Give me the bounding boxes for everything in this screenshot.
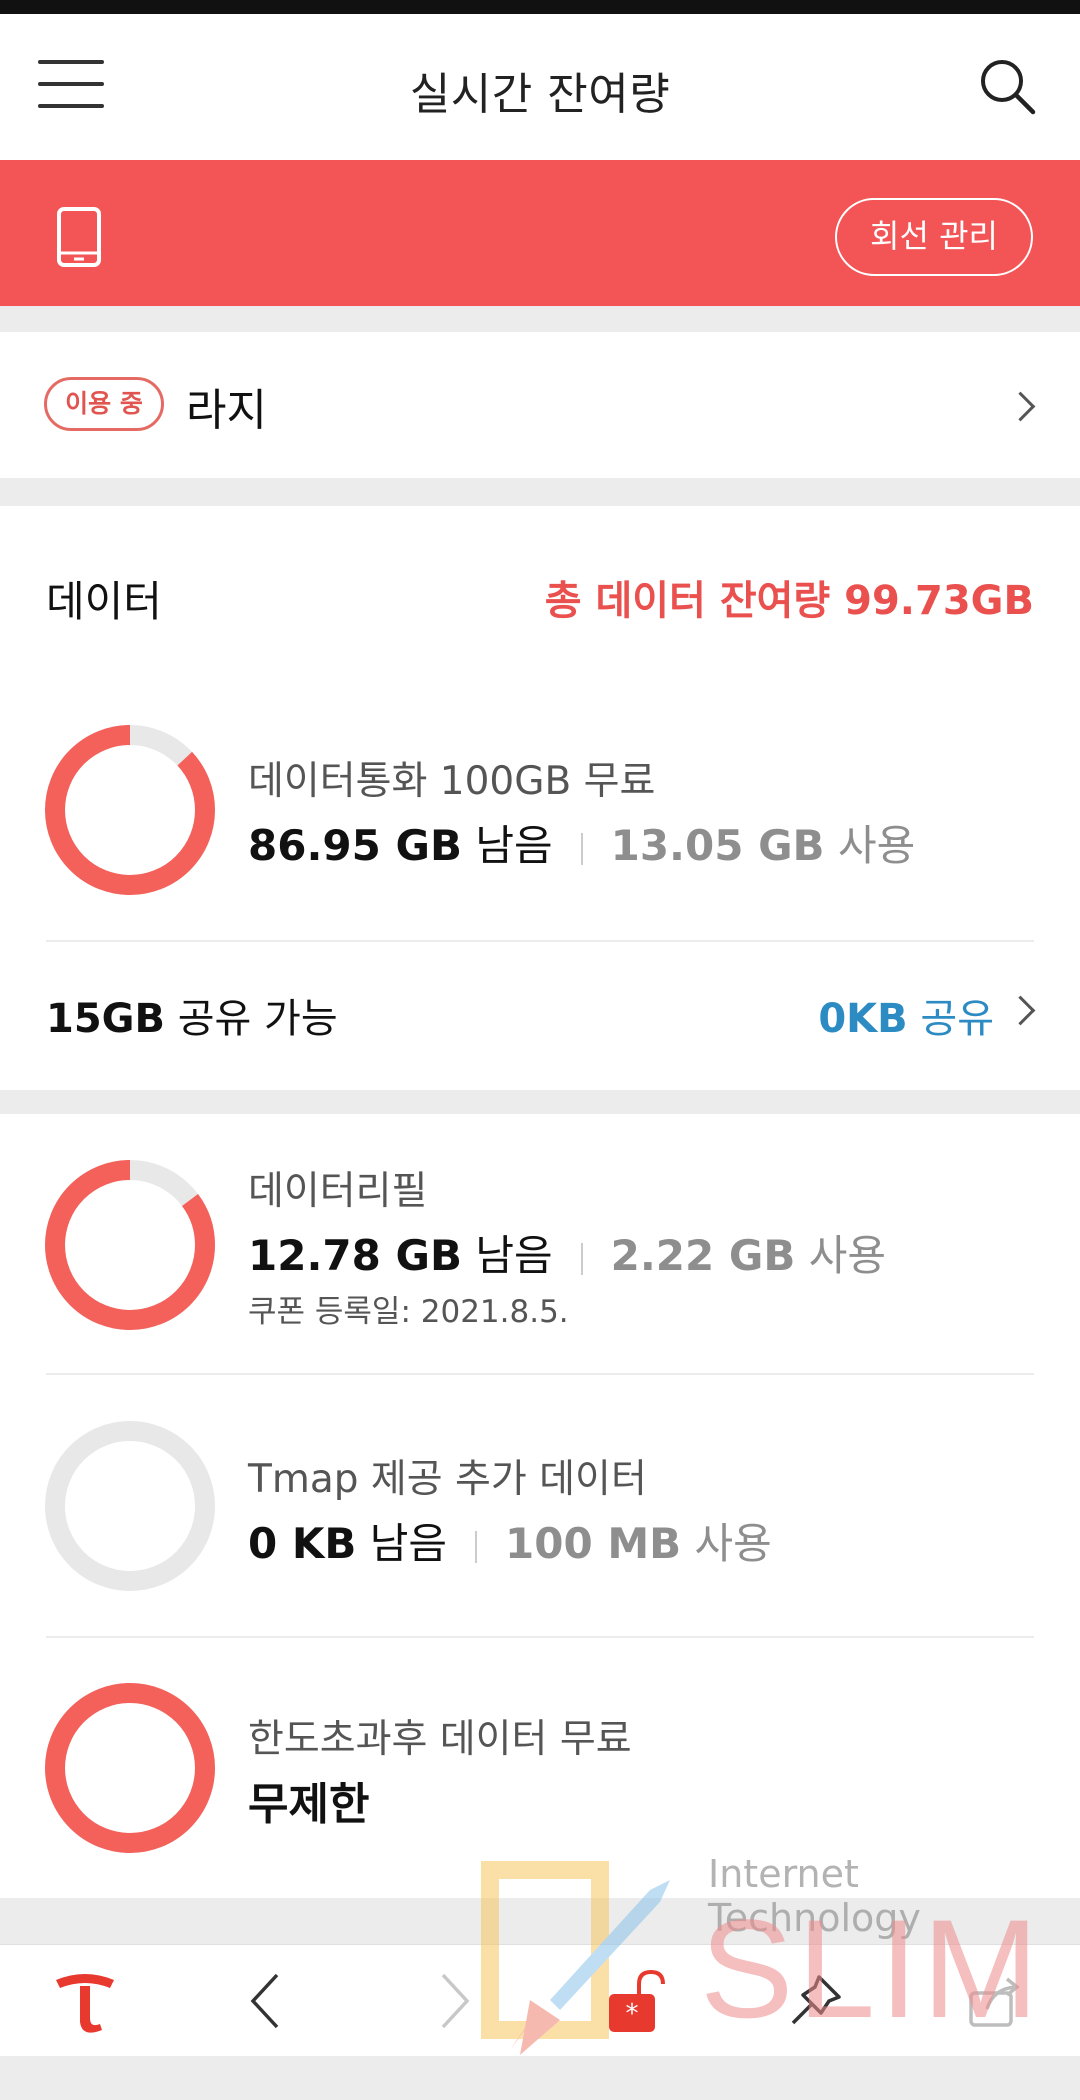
ring-track	[45, 1421, 215, 1591]
search-icon[interactable]	[975, 54, 1039, 118]
coupon-date: 쿠폰 등록일: 2021.8.5.	[248, 1294, 569, 1330]
used-suffix: 사용	[694, 1519, 772, 1568]
used-value: 13.05 GB	[610, 821, 825, 870]
line-manage-button[interactable]: 회선 관리	[835, 198, 1033, 276]
plan-row[interactable]: 이용 중 라지	[0, 332, 1080, 478]
chevron-right-icon	[441, 1973, 470, 2029]
item-title: 데이터리필	[248, 1169, 428, 1214]
divider	[46, 1636, 1034, 1638]
t-logo-icon	[56, 1974, 114, 2033]
used-value: 100 MB	[505, 1519, 682, 1568]
unlimited-usage-ring	[45, 1683, 215, 1853]
browser-toolbar: *	[0, 1944, 1080, 2057]
ring-remaining-arc	[45, 1683, 215, 1853]
shared-amount: 0KB	[818, 996, 908, 1042]
security-button[interactable]: *	[580, 1945, 690, 2057]
divider	[46, 1373, 1034, 1375]
data-label: 데이터	[46, 577, 162, 626]
data-usage-ring	[45, 725, 215, 895]
navigation-bar	[0, 2056, 1080, 2100]
status-bar	[0, 0, 1080, 14]
item-title: 한도초과후 데이터 무료	[248, 1717, 632, 1762]
used-value: 2.22 GB	[610, 1231, 796, 1280]
item-title: Tmap 제공 추가 데이터	[248, 1457, 647, 1502]
item-stats: 86.95 GB 남음 13.05 GB 사용	[248, 812, 915, 873]
chevron-left-icon	[250, 1973, 279, 2029]
remaining-suffix: 남음	[369, 1519, 448, 1568]
phone-icon	[57, 207, 101, 267]
unlimited-value: 무제한	[248, 1779, 370, 1830]
remaining-suffix: 남음	[475, 821, 553, 870]
page-title: 실시간 잔여량	[409, 69, 671, 120]
in-use-badge: 이용 중	[44, 377, 164, 431]
pin-icon	[791, 1975, 841, 2025]
share-icon	[969, 1977, 1020, 2027]
remaining-value: 12.78 GB	[248, 1231, 462, 1280]
total-remaining: 총 데이터 잔여량 99.73GB	[544, 578, 1034, 624]
chevron-right-icon[interactable]	[1005, 995, 1036, 1026]
home-button[interactable]	[30, 1945, 140, 2057]
extra-data-section: 데이터리필 12.78 GB 남음 2.22 GB 사용 쿠폰 등록일: 2021…	[0, 1114, 1080, 1898]
share-amount-suffix: 공유 가능	[177, 996, 338, 1042]
tmap-usage-ring	[45, 1421, 215, 1591]
pin-button[interactable]	[760, 1945, 870, 2057]
remaining-value: 0 KB	[248, 1519, 357, 1568]
share-available[interactable]: 15GB 공유 가능	[46, 986, 338, 1044]
back-button[interactable]	[210, 1945, 320, 2057]
used-suffix: 사용	[837, 821, 916, 870]
share-button[interactable]	[940, 1945, 1050, 2057]
shared-link[interactable]: 0KB 공유	[818, 986, 994, 1044]
remaining-suffix: 남음	[475, 1231, 553, 1280]
item-title: 데이터통화 100GB 무료	[248, 759, 656, 804]
used-suffix: 사용	[808, 1231, 886, 1280]
svg-text:*: *	[626, 1999, 639, 2029]
item-stats: 12.78 GB 남음 2.22 GB 사용	[248, 1222, 886, 1283]
item-stats: 0 KB 남음 100 MB 사용	[248, 1510, 772, 1571]
top-app-bar: 실시간 잔여량	[0, 14, 1080, 160]
divider	[46, 940, 1034, 942]
unlock-icon: *	[609, 1969, 665, 2032]
line-bar: 회선 관리	[0, 160, 1080, 306]
chevron-right-icon	[1005, 391, 1036, 422]
shared-suffix: 공유	[920, 996, 994, 1042]
plan-name: 라지	[186, 385, 267, 436]
data-section: 데이터 총 데이터 잔여량 99.73GB 데이터통화 100GB 무료 86.…	[0, 506, 1080, 1090]
forward-button[interactable]	[400, 1945, 510, 2057]
share-amount: 15GB	[46, 996, 165, 1042]
remaining-value: 86.95 GB	[248, 821, 462, 870]
refill-usage-ring	[45, 1160, 215, 1330]
